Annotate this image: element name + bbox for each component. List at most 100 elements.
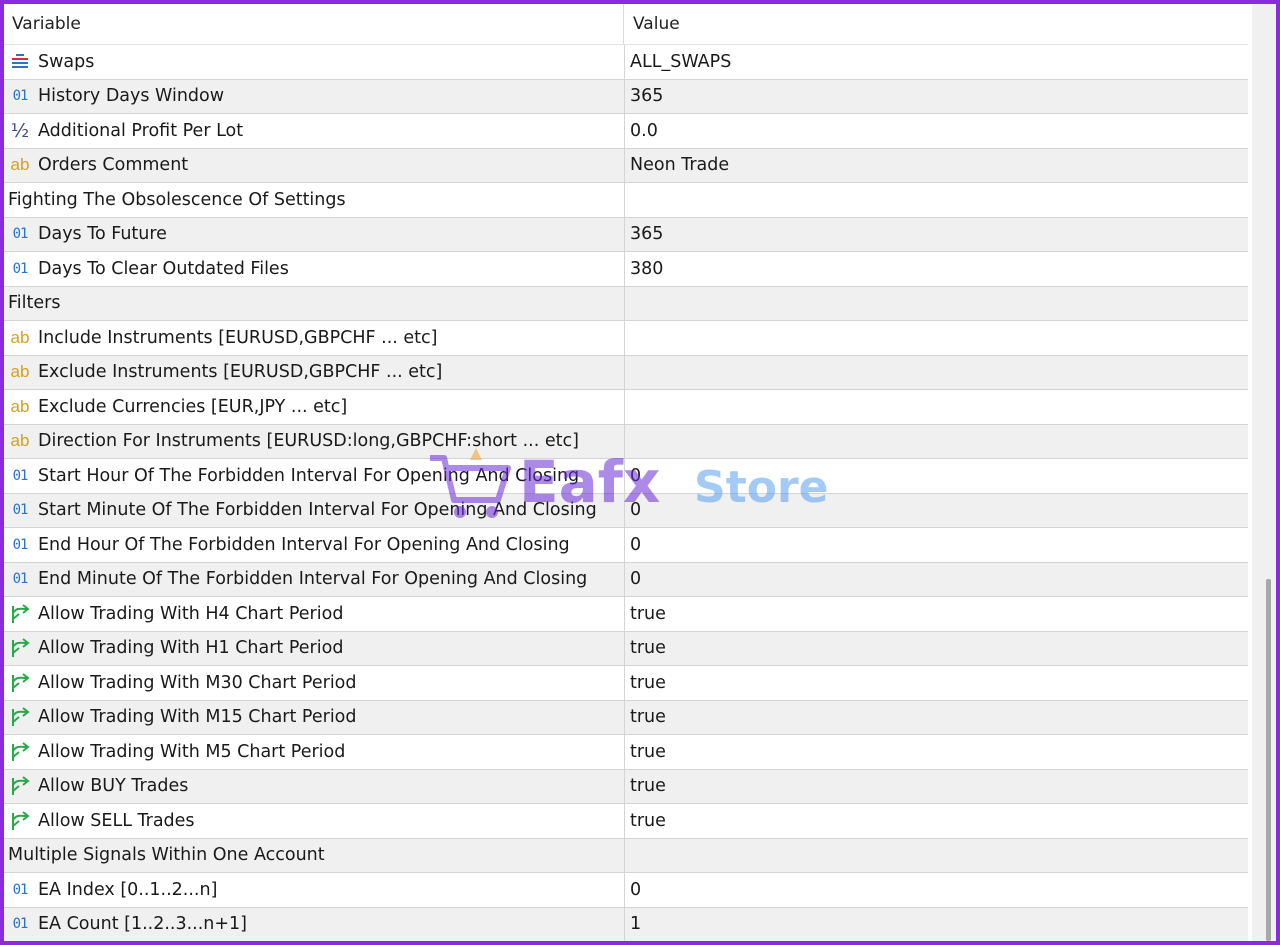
int-icon: 01: [12, 881, 29, 898]
vertical-scrollbar[interactable]: [1252, 4, 1276, 941]
variable-cell: ab Orders Comment: [4, 149, 623, 183]
table-row[interactable]: ab Direction For Instruments [EURUSD:long…: [4, 424, 1248, 459]
value-text: 0: [630, 534, 642, 555]
variable-cell: 01 History Days Window: [4, 80, 623, 114]
table-row[interactable]: 01 Start Hour Of The Forbidden Interval F…: [4, 459, 1248, 494]
int-icon: 01: [12, 467, 29, 484]
value-cell[interactable]: 0: [624, 562, 1248, 596]
variable-label: Exclude Currencies [EUR,JPY ... etc]: [38, 396, 348, 417]
variable-cell: ab Include Instruments [EURUSD,GBPCHF ...…: [4, 321, 623, 355]
inputs-list: Swaps ALL_SWAPS 01 History Days Window 365 ½ A…: [4, 45, 1248, 941]
table-row[interactable]: 01 Start Minute Of The Forbidden Interval…: [4, 493, 1248, 528]
value-cell[interactable]: [624, 355, 1248, 389]
string-icon: ab: [10, 155, 30, 175]
value-cell: [624, 838, 1248, 872]
variable-label: EA Count [1..2..3...n+1]: [38, 914, 248, 935]
variable-label: End Minute Of The Forbidden Interval For…: [38, 569, 588, 590]
bool-icon: [8, 637, 32, 659]
value-cell[interactable]: true: [624, 700, 1248, 734]
value-text: ALL_SWAPS: [630, 51, 732, 72]
value-text: Neon Trade: [630, 155, 730, 176]
string-icon: ab: [10, 396, 30, 416]
variable-cell: Swaps: [4, 45, 623, 79]
table-header: Variable Value: [4, 4, 1248, 45]
variable-cell: 01 Days To Future: [4, 218, 623, 252]
group-header-row[interactable]: Fighting The Obsolescence Of Settings: [4, 183, 1248, 218]
variable-label: Allow Trading With M5 Chart Period: [38, 741, 346, 762]
value-cell[interactable]: 365: [624, 79, 1248, 113]
variable-cell: 01 Days To Clear Outdated Files: [4, 252, 623, 286]
table-row[interactable]: 01 EA Count [1..2..3...n+1] 1: [4, 907, 1248, 941]
variable-cell: ab Exclude Currencies [EUR,JPY ... etc]: [4, 390, 623, 424]
table-row[interactable]: 01 End Hour Of The Forbidden Interval For…: [4, 528, 1248, 563]
variable-cell: Multiple Signals Within One Account: [4, 839, 627, 873]
table-row[interactable]: Allow Trading With H1 Chart Period true: [4, 631, 1248, 666]
bool-icon: [8, 672, 32, 694]
table-row[interactable]: ab Exclude Instruments [EURUSD,GBPCHF ...…: [4, 355, 1248, 390]
variable-label: Include Instruments [EURUSD,GBPCHF ... e…: [38, 327, 438, 348]
value-cell[interactable]: Neon Trade: [624, 148, 1248, 182]
table-row[interactable]: ab Include Instruments [EURUSD,GBPCHF ...…: [4, 321, 1248, 356]
variable-cell: Allow Trading With M5 Chart Period: [4, 735, 623, 769]
scrollbar-thumb[interactable]: [1266, 579, 1271, 941]
variable-label: Orders Comment: [38, 155, 189, 176]
value-text: 0: [630, 500, 642, 521]
variable-label: Exclude Instruments [EURUSD,GBPCHF ... e…: [38, 362, 443, 383]
variable-label: Allow SELL Trades: [38, 810, 195, 831]
table-row[interactable]: 01 History Days Window 365: [4, 79, 1248, 114]
column-divider[interactable]: [623, 4, 624, 44]
table-row[interactable]: ab Exclude Currencies [EUR,JPY ... etc]: [4, 390, 1248, 425]
value-text: 365: [630, 224, 664, 245]
table-row[interactable]: Allow Trading With M30 Chart Period true: [4, 666, 1248, 701]
string-icon: ab: [10, 362, 30, 382]
table-row[interactable]: Swaps ALL_SWAPS: [4, 45, 1248, 80]
value-cell[interactable]: true: [624, 631, 1248, 665]
table-row[interactable]: ab Orders Comment Neon Trade: [4, 148, 1248, 183]
int-icon: 01: [12, 571, 29, 588]
value-cell[interactable]: ALL_SWAPS: [624, 45, 1248, 79]
value-cell[interactable]: 0: [624, 528, 1248, 562]
value-cell[interactable]: true: [624, 597, 1248, 631]
table-row[interactable]: Allow BUY Trades true: [4, 769, 1248, 804]
value-cell[interactable]: true: [624, 735, 1248, 769]
table-row[interactable]: Allow Trading With M15 Chart Period true: [4, 700, 1248, 735]
variable-cell: Allow Trading With H4 Chart Period: [4, 597, 623, 631]
value-cell[interactable]: 365: [624, 217, 1248, 251]
value-cell[interactable]: true: [624, 666, 1248, 700]
table-row[interactable]: Allow Trading With M5 Chart Period true: [4, 735, 1248, 770]
value-cell[interactable]: 0: [624, 873, 1248, 907]
variable-label: End Hour Of The Forbidden Interval For O…: [38, 534, 570, 555]
value-cell[interactable]: 0: [624, 459, 1248, 493]
bool-icon: [8, 706, 32, 728]
column-header-value[interactable]: Value: [633, 4, 680, 44]
value-cell[interactable]: 0.0: [624, 114, 1248, 148]
int-icon: 01: [12, 916, 29, 933]
value-text: 1: [630, 914, 642, 935]
value-text: 0: [630, 569, 642, 590]
variable-cell: ab Direction For Instruments [EURUSD:long…: [4, 425, 623, 459]
value-cell[interactable]: 380: [624, 252, 1248, 286]
value-cell[interactable]: 1: [624, 907, 1248, 941]
table-row[interactable]: 01 Days To Future 365: [4, 217, 1248, 252]
value-cell[interactable]: [624, 321, 1248, 355]
group-header-row[interactable]: Multiple Signals Within One Account: [4, 838, 1248, 873]
value-cell[interactable]: [624, 424, 1248, 458]
table-row[interactable]: 01 EA Index [0..1..2...n] 0: [4, 873, 1248, 908]
table-row[interactable]: 01 End Minute Of The Forbidden Interval F…: [4, 562, 1248, 597]
column-header-variable[interactable]: Variable: [12, 4, 81, 44]
value-cell: [624, 286, 1248, 320]
value-cell[interactable]: [624, 390, 1248, 424]
variable-cell: 01 Start Hour Of The Forbidden Interval F…: [4, 459, 623, 493]
variable-label: Filters: [8, 293, 61, 314]
value-cell[interactable]: 0: [624, 493, 1248, 527]
table-row[interactable]: Allow SELL Trades true: [4, 804, 1248, 839]
value-text: 0: [630, 465, 642, 486]
variable-cell: 01 EA Index [0..1..2...n]: [4, 873, 623, 907]
group-header-row[interactable]: Filters: [4, 286, 1248, 321]
variable-cell: Allow Trading With M30 Chart Period: [4, 666, 623, 700]
value-cell[interactable]: true: [624, 769, 1248, 803]
table-row[interactable]: 01 Days To Clear Outdated Files 380: [4, 252, 1248, 287]
table-row[interactable]: Allow Trading With H4 Chart Period true: [4, 597, 1248, 632]
value-cell[interactable]: true: [624, 804, 1248, 838]
table-row[interactable]: ½ Additional Profit Per Lot 0.0: [4, 114, 1248, 149]
